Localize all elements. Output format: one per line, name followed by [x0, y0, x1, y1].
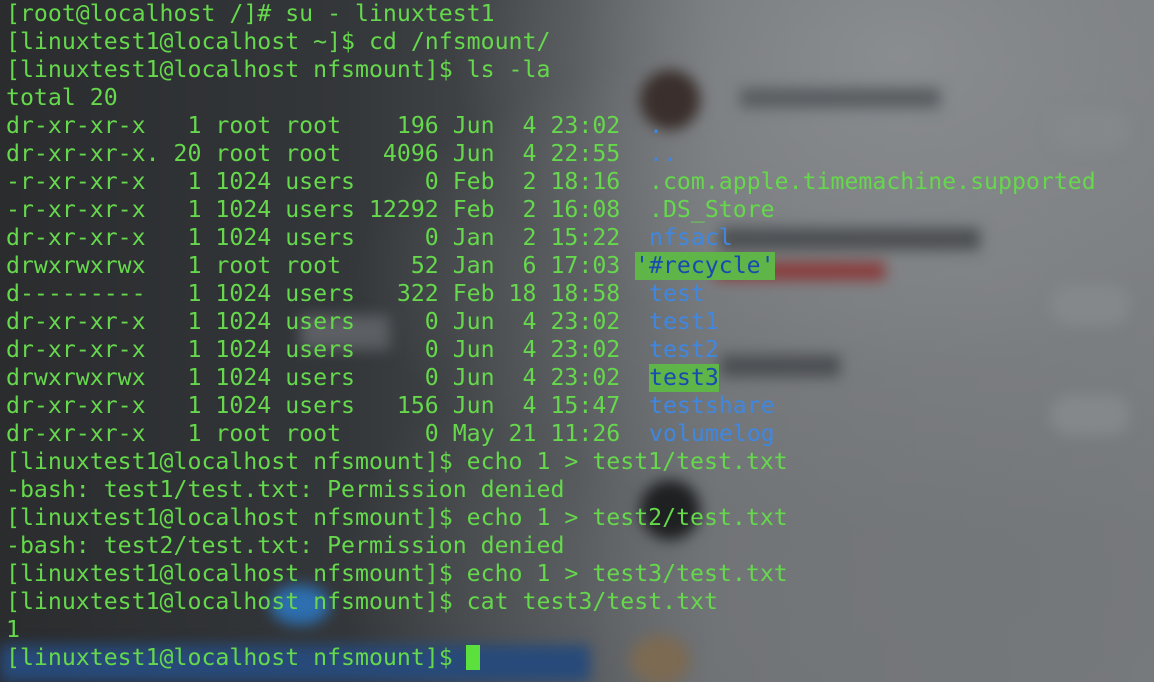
terminal-line: [linuxtest1@localhost nfsmount]$ cat tes…: [6, 588, 718, 615]
terminal-line: [linuxtest1@localhost nfsmount]$ ls -la: [6, 56, 551, 83]
file-name: testshare: [649, 392, 775, 419]
prompt-line: [linuxtest1@localhost nfsmount]$: [6, 644, 467, 671]
listing-row: -r-xr-xr-x 1 1024 users 0 Feb 2 18:16: [6, 168, 621, 195]
file-name: .DS_Store: [649, 196, 775, 223]
listing-row: dr-xr-xr-x. 20 root root 4096 Jun 4 22:5…: [6, 140, 621, 167]
terminal-line: -bash: test2/test.txt: Permission denied: [6, 532, 565, 559]
terminal-line: total 20: [6, 84, 118, 111]
file-name: ..: [649, 140, 677, 167]
listing-row: dr-xr-xr-x 1 root root 0 May 21 11:26: [6, 420, 621, 447]
file-name: volumelog: [649, 420, 775, 447]
listing-row: dr-xr-xr-x 1 1024 users 0 Jun 4 23:02: [6, 308, 621, 335]
terminal-line: -bash: test1/test.txt: Permission denied: [6, 476, 565, 503]
listing-row: dr-xr-xr-x 1 1024 users 0 Jan 2 15:22: [6, 224, 621, 251]
terminal-line: [linuxtest1@localhost nfsmount]$ echo 1 …: [6, 560, 788, 587]
terminal-output: [root@localhost /]# su - linuxtest1 [lin…: [0, 0, 1154, 682]
terminal-line: [linuxtest1@localhost nfsmount]$ echo 1 …: [6, 504, 788, 531]
file-name: .: [649, 112, 663, 139]
terminal-line: [root@localhost /]# su - linuxtest1: [6, 0, 495, 27]
listing-row: drwxrwxrwx 1 1024 users 0 Jun 4 23:02: [6, 364, 621, 391]
listing-row: drwxrwxrwx 1 root root 52 Jan 6 17:03: [6, 252, 621, 279]
file-name: test: [649, 280, 705, 307]
file-name: test3: [649, 364, 719, 392]
listing-row: dr-xr-xr-x 1 root root 196 Jun 4 23:02: [6, 112, 621, 139]
file-name: '#recycle': [635, 252, 775, 280]
file-name: test2: [649, 336, 719, 363]
file-name: nfsacl: [649, 224, 733, 251]
terminal-cursor[interactable]: [466, 645, 480, 670]
terminal-line: 1: [6, 616, 20, 643]
terminal-line: [linuxtest1@localhost ~]$ cd /nfsmount/: [6, 28, 551, 55]
listing-row: dr-xr-xr-x 1 1024 users 0 Jun 4 23:02: [6, 336, 621, 363]
listing-row: d--------- 1 1024 users 322 Feb 18 18:58: [6, 280, 621, 307]
terminal-window[interactable]: [root@localhost /]# su - linuxtest1 [lin…: [0, 0, 1154, 682]
listing-row: dr-xr-xr-x 1 1024 users 156 Jun 4 15:47: [6, 392, 621, 419]
terminal-line: [linuxtest1@localhost nfsmount]$ echo 1 …: [6, 448, 788, 475]
file-name: test1: [649, 308, 719, 335]
listing-row: -r-xr-xr-x 1 1024 users 12292 Feb 2 16:0…: [6, 196, 621, 223]
file-name: .com.apple.timemachine.supported: [649, 168, 1096, 195]
